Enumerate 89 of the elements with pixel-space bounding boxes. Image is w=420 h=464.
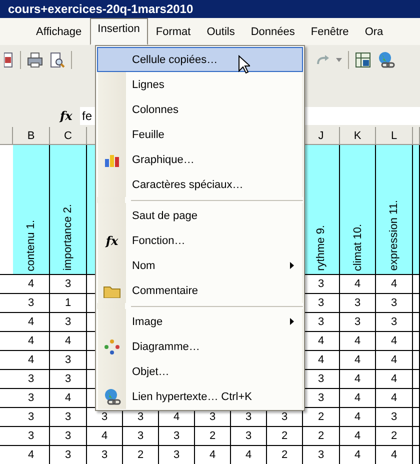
table-cell: 3 <box>50 446 87 464</box>
table-cell: 4 <box>340 427 376 446</box>
menu-item[interactable]: Caractères spéciaux… <box>97 172 303 197</box>
header-cell: rythme 9. <box>303 145 340 275</box>
table-cell: 4 <box>13 313 50 332</box>
column-header[interactable]: L <box>376 127 413 145</box>
function-symbol[interactable]: fx <box>60 109 80 123</box>
header-cell: expression 11. <box>376 145 413 275</box>
shortcut-label: Ctrl+K <box>221 390 252 402</box>
table-cell: 4 <box>376 275 413 294</box>
table-cell: 3 <box>13 427 50 446</box>
menu-item[interactable]: Feuille <box>97 122 303 147</box>
header-cell: importance 2. <box>50 145 87 275</box>
table-cell: 3 <box>376 294 413 313</box>
menu-item[interactable]: Commentaire <box>97 278 303 303</box>
menu-item[interactable]: Nom <box>97 253 303 278</box>
table-cell: 4 <box>13 446 50 464</box>
table-cell: 4 <box>195 446 231 464</box>
table-cell: 3 <box>87 446 123 464</box>
menu-item[interactable]: Lignes <box>97 72 303 97</box>
column-header[interactable]: C <box>50 127 87 145</box>
table-cell: 4 <box>340 408 376 427</box>
table-cell: 4 <box>340 332 376 351</box>
menu-item[interactable]: Ora <box>356 20 392 42</box>
table-cell: 3 <box>13 389 50 408</box>
table-cell: 4 <box>87 427 123 446</box>
menu-item[interactable]: Affichage <box>28 20 90 42</box>
column-header[interactable]: B <box>13 127 50 145</box>
menu-item[interactable]: fx Fonction… <box>97 228 303 253</box>
table-cell: 4 <box>50 332 87 351</box>
table-cell: 4 <box>376 389 413 408</box>
table-cell: 3 <box>340 294 376 313</box>
table-cell: 2 <box>303 427 340 446</box>
table-cell: 3 <box>376 313 413 332</box>
table-cell: 4 <box>340 275 376 294</box>
menu-item[interactable]: Fenêtre <box>302 20 357 42</box>
header-cell: climat 10. <box>340 145 376 275</box>
table-cell: 4 <box>13 332 50 351</box>
menu-item[interactable]: Cellule copiées… <box>97 47 303 72</box>
table-cell: 4 <box>340 389 376 408</box>
table-cell: 4 <box>340 446 376 464</box>
column-header[interactable]: K <box>340 127 376 145</box>
table-cell: 3 <box>123 427 159 446</box>
menu-item[interactable]: Colonnes <box>97 97 303 122</box>
menu-item[interactable]: Outils <box>198 20 243 42</box>
menu-item[interactable]: Lien hypertexte… Ctrl+K <box>97 384 303 409</box>
table-cell: 3 <box>159 446 195 464</box>
menu-item[interactable]: Insertion <box>90 18 148 45</box>
table-cell: 3 <box>50 427 87 446</box>
table-cell: 3 <box>340 313 376 332</box>
table-cell: 3 <box>159 427 195 446</box>
table-cell: 3 <box>13 408 50 427</box>
table-cell: 3 <box>13 294 50 313</box>
menu-item[interactable]: Graphique… <box>97 147 303 172</box>
table-cell: 3 <box>50 351 87 370</box>
table-cell: 2 <box>376 427 413 446</box>
table-cell: 2 <box>123 446 159 464</box>
column-header[interactable]: J <box>303 127 340 145</box>
menu-item[interactable]: Saut de page <box>97 203 303 228</box>
menu-item[interactable]: Objet… <box>97 359 303 384</box>
table-cell: 4 <box>340 351 376 370</box>
table-cell: 4 <box>376 446 413 464</box>
table-cell: 4 <box>376 351 413 370</box>
table-cell: 2 <box>267 427 303 446</box>
table-cell: 4 <box>50 389 87 408</box>
table-cell: 4 <box>340 370 376 389</box>
table-cell: 1 <box>50 294 87 313</box>
table-cell: 4 <box>231 446 267 464</box>
menu-item[interactable]: Données <box>242 20 303 42</box>
window-title: cours+exercices-20q-1mars2010 <box>0 0 420 18</box>
table-cell: 3 <box>50 408 87 427</box>
table-cell: 4 <box>376 370 413 389</box>
header-cell: contenu 1. <box>13 145 50 275</box>
table-cell: 3 <box>50 275 87 294</box>
table-cell: 2 <box>195 427 231 446</box>
table-cell: 3 <box>50 313 87 332</box>
table-cell: 3 <box>376 408 413 427</box>
table-cell: 3 <box>13 370 50 389</box>
menu-item[interactable]: Format <box>148 20 199 42</box>
function-symbol: fx <box>106 234 118 248</box>
table-cell: 3 <box>303 446 340 464</box>
table-cell: 4 <box>13 275 50 294</box>
menu-item[interactable]: Diagramme… <box>97 334 303 359</box>
table-cell: 2 <box>267 446 303 464</box>
table-cell: 4 <box>13 351 50 370</box>
menu-item[interactable]: Image <box>97 309 303 334</box>
table-cell: 3 <box>50 370 87 389</box>
table-cell: 4 <box>376 332 413 351</box>
table-cell: 3 <box>231 427 267 446</box>
